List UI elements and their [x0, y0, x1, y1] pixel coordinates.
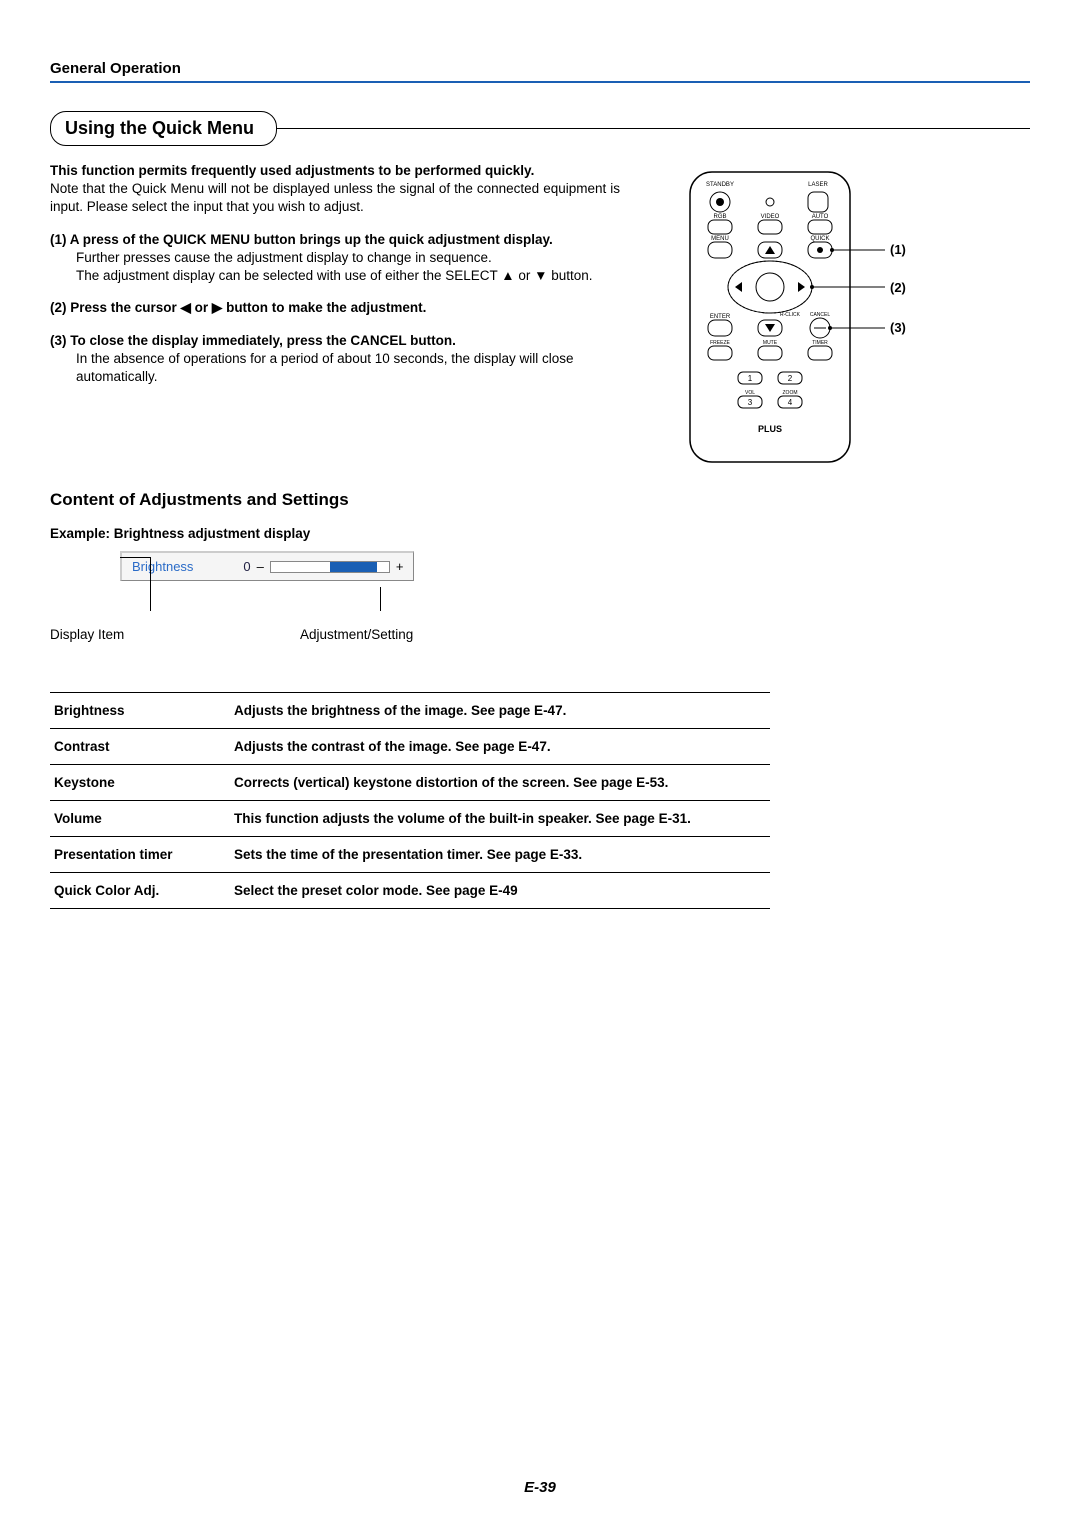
- osd-minus: –: [257, 559, 264, 574]
- setting-desc: This function adjusts the volume of the …: [230, 801, 770, 837]
- label-vol: VOL: [745, 390, 755, 396]
- intro-note: Note that the Quick Menu will not be dis…: [50, 180, 620, 216]
- setting-name: Keystone: [50, 765, 230, 801]
- label-n4: 4: [788, 398, 793, 407]
- step-1: (1) A press of the QUICK MENU button bri…: [50, 231, 620, 286]
- table-row: KeystoneCorrects (vertical) keystone dis…: [50, 765, 770, 801]
- label-brand: PLUS: [758, 424, 782, 434]
- label-zoom: ZOOM: [783, 390, 798, 396]
- table-row: BrightnessAdjusts the brightness of the …: [50, 693, 770, 729]
- label-menu: MENU: [711, 236, 729, 242]
- label-n2: 2: [788, 374, 793, 383]
- callout-1: (1): [890, 242, 906, 257]
- label-standby: STANDBY: [706, 182, 734, 188]
- label-auto: AUTO: [812, 214, 829, 220]
- label-cancel: CANCEL: [810, 312, 831, 318]
- osd-plus: +: [396, 559, 404, 574]
- setting-desc: Sets the time of the presentation timer.…: [230, 837, 770, 873]
- osd-item-name: Brightness: [132, 559, 193, 574]
- step-3-body: In the absence of operations for a perio…: [50, 350, 620, 386]
- label-laser: LASER: [808, 182, 828, 188]
- step-1-body1: Further presses cause the adjustment dis…: [50, 249, 620, 267]
- section-title-row: Using the Quick Menu: [50, 111, 1030, 146]
- table-row: Quick Color Adj.Select the preset color …: [50, 873, 770, 909]
- label-quick: QUICK: [810, 236, 829, 242]
- step-1-body2: The adjustment display can be selected w…: [50, 267, 620, 285]
- step-3-head: (3) To close the display immediately, pr…: [50, 332, 620, 350]
- remote-control-diagram: STANDBY LASER RGB VIDEO AUTO MENU QUICK: [660, 162, 990, 487]
- step-2-head: (2) Press the cursor ◀ or ▶ button to ma…: [50, 299, 620, 317]
- label-mute: MUTE: [763, 340, 778, 346]
- label-rgb: RGB: [713, 214, 726, 220]
- osd-caption-row: Display Item Adjustment/Setting: [50, 627, 1030, 642]
- table-row: Presentation timerSets the time of the p…: [50, 837, 770, 873]
- osd-bar: [270, 561, 390, 573]
- right-column: STANDBY LASER RGB VIDEO AUTO MENU QUICK: [660, 162, 1030, 400]
- setting-name: Contrast: [50, 729, 230, 765]
- label-timer: TIMER: [812, 340, 828, 346]
- caption-display-item: Display Item: [50, 627, 300, 642]
- section-title-pill: Using the Quick Menu: [50, 111, 277, 146]
- label-n1: 1: [748, 374, 753, 383]
- step-3: (3) To close the display immediately, pr…: [50, 332, 620, 387]
- label-rclick: R-CLICK: [780, 312, 801, 318]
- setting-desc: Adjusts the brightness of the image. See…: [230, 693, 770, 729]
- example-label: Example: Brightness adjustment display: [50, 526, 1030, 541]
- osd-value: 0: [243, 559, 250, 574]
- setting-desc: Adjusts the contrast of the image. See p…: [230, 729, 770, 765]
- callout-2: (2): [890, 280, 906, 295]
- setting-desc: Corrects (vertical) keystone distortion …: [230, 765, 770, 801]
- left-column: This function permits frequently used ad…: [50, 162, 620, 400]
- subheading: Content of Adjustments and Settings: [50, 490, 1030, 510]
- label-n3: 3: [748, 398, 753, 407]
- intro-bold: This function permits frequently used ad…: [50, 162, 620, 180]
- table-row: ContrastAdjusts the contrast of the imag…: [50, 729, 770, 765]
- setting-name: Quick Color Adj.: [50, 873, 230, 909]
- setting-name: Volume: [50, 801, 230, 837]
- label-video: VIDEO: [761, 214, 780, 220]
- step-2: (2) Press the cursor ◀ or ▶ button to ma…: [50, 299, 620, 317]
- page-number: E-39: [0, 1479, 1080, 1496]
- page-header: General Operation: [50, 60, 1030, 77]
- section-title-line: [276, 128, 1030, 129]
- setting-desc: Select the preset color mode. See page E…: [230, 873, 770, 909]
- osd-example: Brightness 0 – +: [120, 551, 1030, 581]
- label-freeze: FREEZE: [710, 340, 730, 346]
- label-enter: ENTER: [710, 314, 731, 320]
- caption-adjustment: Adjustment/Setting: [300, 627, 413, 642]
- settings-table: BrightnessAdjusts the brightness of the …: [50, 692, 770, 909]
- step-1-head: (1) A press of the QUICK MENU button bri…: [50, 231, 620, 249]
- table-row: VolumeThis function adjusts the volume o…: [50, 801, 770, 837]
- setting-name: Brightness: [50, 693, 230, 729]
- callout-3: (3): [890, 320, 906, 335]
- setting-name: Presentation timer: [50, 837, 230, 873]
- header-rule: [50, 81, 1030, 83]
